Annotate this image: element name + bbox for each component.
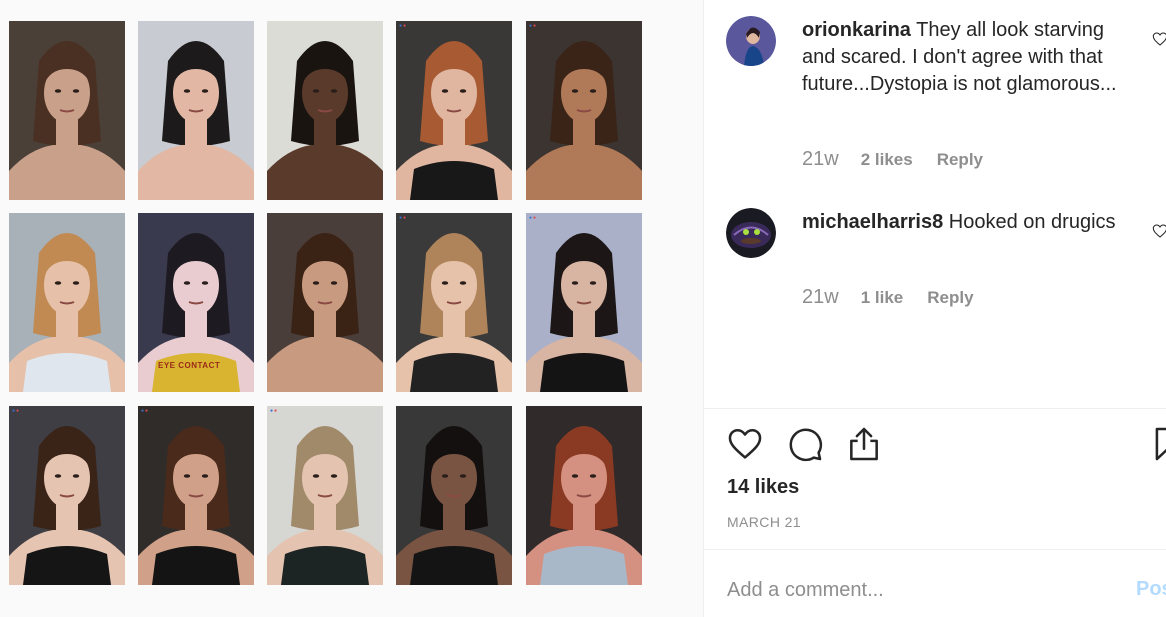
post-image[interactable]: ●● ●● EYE CONTACT ●● ●● ●● ●● ●● <box>0 0 703 617</box>
comment-meta: 21w 2 likes Reply <box>802 148 983 171</box>
tag-dots-icon: ●● <box>399 215 408 221</box>
portrait-photo <box>267 213 383 392</box>
portrait-photo <box>138 21 254 200</box>
comment-likes[interactable]: 1 like <box>861 288 904 308</box>
comment-body: orionkarina They all look starving and s… <box>802 17 1132 98</box>
tag-dots-icon: ●● <box>141 408 150 414</box>
comment-text: Hooked on drugics <box>948 211 1116 233</box>
comment-time[interactable]: 21w <box>802 148 839 171</box>
share-icon[interactable] <box>845 425 883 463</box>
comment-body: michaelharris8 Hooked on drugics <box>802 209 1132 236</box>
comment-like-heart-icon[interactable] <box>1152 31 1166 47</box>
divider <box>704 408 1166 409</box>
portrait-photo <box>9 213 125 392</box>
reply-button[interactable]: Reply <box>927 288 973 308</box>
avatar[interactable] <box>726 208 776 258</box>
tag-dots-icon: ●● <box>399 23 408 29</box>
tag-dots-icon: ●● <box>270 408 279 414</box>
portrait-photo: ●● <box>396 21 512 200</box>
avatar[interactable] <box>726 16 776 66</box>
comment-input[interactable] <box>727 575 1127 605</box>
divider <box>704 549 1166 550</box>
likes-count[interactable]: 14 likes <box>727 476 799 499</box>
comment-username[interactable]: orionkarina <box>802 19 911 41</box>
tag-dots-icon: ●● <box>529 215 538 221</box>
post-button[interactable]: Post <box>1136 578 1166 601</box>
portrait-photo <box>526 406 642 585</box>
portrait-photo <box>9 21 125 200</box>
portrait-photo: EYE CONTACT <box>138 213 254 392</box>
tag-dots-icon: ●● <box>529 23 538 29</box>
comment-username[interactable]: michaelharris8 <box>802 211 943 233</box>
action-bar <box>704 420 1166 470</box>
comment-like-heart-icon[interactable] <box>1152 223 1166 239</box>
portrait-photo: ●● <box>526 21 642 200</box>
portrait-photo: ●● <box>526 213 642 392</box>
bookmark-icon[interactable] <box>1149 425 1166 463</box>
tag-dots-icon: ●● <box>12 408 21 414</box>
portrait-photo: ●● <box>267 406 383 585</box>
portrait-photo <box>396 406 512 585</box>
reply-button[interactable]: Reply <box>937 150 983 170</box>
portrait-photo: ●● <box>9 406 125 585</box>
portrait-photo: ●● <box>138 406 254 585</box>
comment-likes[interactable]: 2 likes <box>861 150 913 170</box>
portrait-photo: ●● <box>396 213 512 392</box>
heart-icon[interactable] <box>726 425 764 463</box>
comment-meta: 21w 1 like Reply <box>802 286 974 309</box>
post-date[interactable]: MARCH 21 <box>727 514 801 530</box>
comment-icon[interactable] <box>786 425 824 463</box>
shirt-text: EYE CONTACT <box>158 361 221 370</box>
comment-time[interactable]: 21w <box>802 286 839 309</box>
comments-list: orionkarina They all look starving and s… <box>704 0 1166 408</box>
portrait-photo <box>267 21 383 200</box>
